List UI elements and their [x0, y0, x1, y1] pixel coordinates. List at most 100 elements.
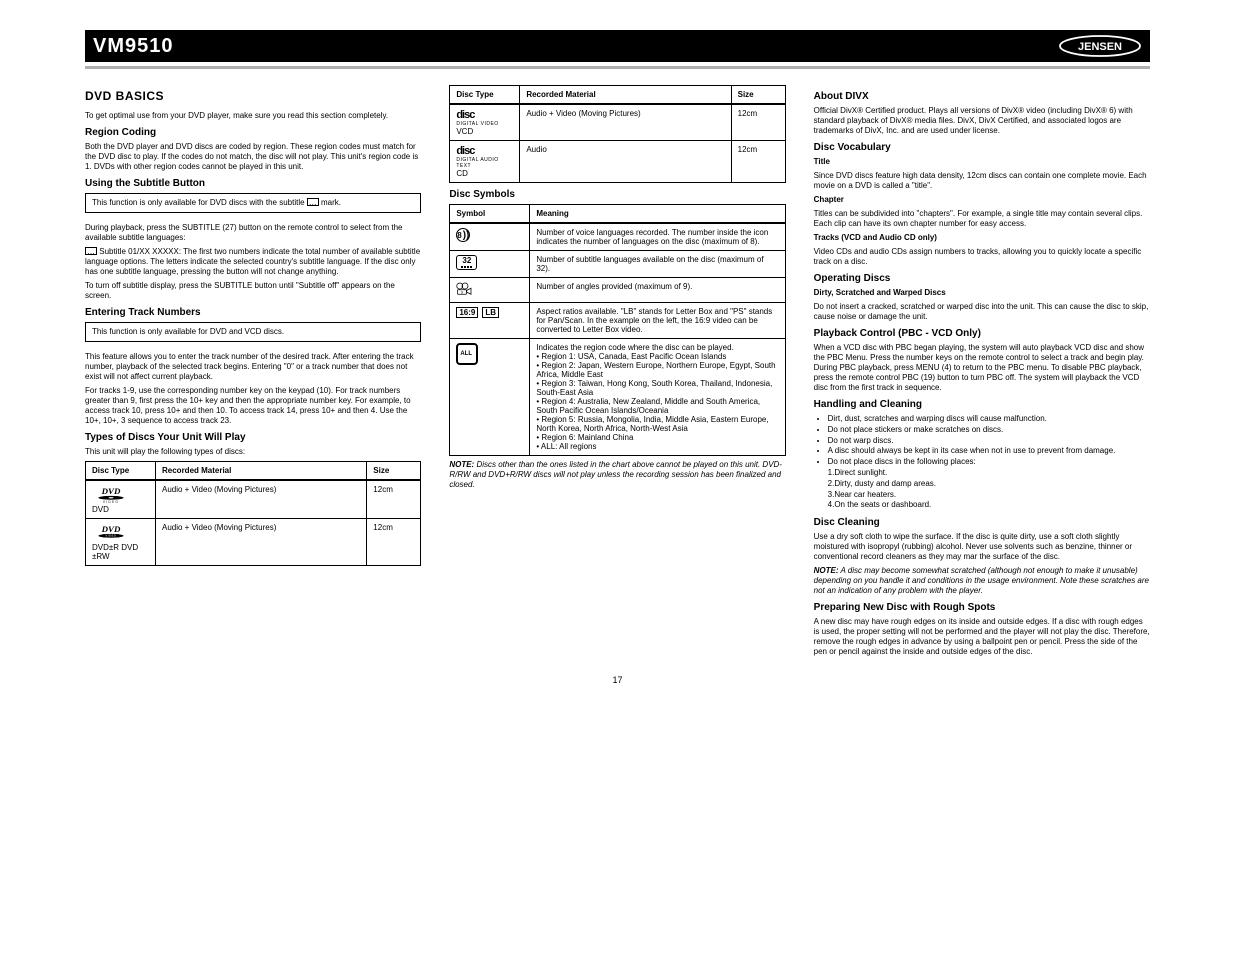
subtitle-p2: Subtitle 01/XX XXXXX: The first two numb… [85, 247, 421, 277]
col-recorded-material: Recorded Material [156, 462, 367, 481]
svg-text:JENSEN: JENSEN [1078, 41, 1122, 53]
subtitle-notice: This function is only available for DVD … [85, 193, 421, 213]
svg-text:DVD: DVD [101, 524, 121, 534]
cell-material: Audio + Video (Moving Pictures) [520, 104, 731, 141]
disc-types-table-cont: Disc Type Recorded Material Size disc DI… [449, 85, 785, 183]
disc-symbols-table: Symbol Meaning 8 Number of voice languag… [449, 204, 785, 456]
sub-title: Title [814, 157, 830, 166]
subtitle-icon [85, 247, 97, 255]
col-symbol: Symbol [450, 205, 530, 224]
svg-text:9: 9 [461, 291, 463, 295]
list-item: A disc should always be kept in its case… [828, 446, 1150, 457]
chapter-text: Titles can be subdivided into "chapters"… [814, 209, 1150, 229]
track-p2: For tracks 1-9, use the corresponding nu… [85, 386, 421, 426]
heading-handling-cleaning: Handling and Cleaning [814, 399, 1150, 410]
list-item: Do not warp discs. [828, 436, 1150, 447]
intro-text: To get optimal use from your DVD player,… [85, 111, 421, 121]
heading-disc-vocabulary: Disc Vocabulary [814, 142, 1150, 153]
disc-types-table: Disc Type Recorded Material Size DVD VID… [85, 461, 421, 566]
note-block: NOTE: Discs other than the ones listed i… [449, 460, 785, 490]
track-notice: This function is only available for DVD … [85, 322, 421, 342]
heading-disc-symbols: Disc Symbols [449, 189, 785, 200]
col-disc-type: Disc Type [86, 462, 156, 481]
heading-operating-discs: Operating Discs [814, 273, 1150, 284]
sub-dirty: Dirty, Scratched and Warped Discs [814, 288, 946, 297]
cell-label: CD [456, 169, 468, 178]
subtitle-p3: To turn off subtitle display, press the … [85, 281, 421, 301]
region-coding-text: Both the DVD player and DVD discs are co… [85, 142, 421, 172]
aspect-ratio-icon: 16:9 LB [456, 307, 499, 318]
svg-text:DVD: DVD [101, 486, 121, 496]
dvd-rw-logo-icon: DVD VIDEO [92, 523, 130, 541]
note-label: NOTE: [814, 566, 839, 575]
cell-label: DVD±R DVD ±RW [92, 543, 138, 561]
subtitle-notice-suffix: mark. [321, 198, 341, 207]
table-row: 9 Number of angles provided (maximum of … [450, 278, 785, 303]
heading-region-coding: Region Coding [85, 127, 421, 138]
model-number: VM9510 [93, 35, 174, 58]
subtitle-count-icon: 32 [456, 255, 477, 270]
col-size: Size [731, 86, 785, 105]
preparing-text: A new disc may have rough edges on its i… [814, 617, 1150, 657]
cell-size: 12cm [731, 104, 785, 141]
col-meaning: Meaning [530, 205, 785, 224]
cell-label: DVD [92, 505, 109, 514]
cell-material: Audio + Video (Moving Pictures) [156, 519, 367, 566]
divx-text: Official DivX® Certified product. Plays … [814, 106, 1150, 136]
cell-meaning: Number of voice languages recorded. The … [530, 223, 785, 251]
tracks-text: Video CDs and audio CDs assign numbers t… [814, 247, 1150, 267]
sub-tracks: Tracks (VCD and Audio CD only) [814, 233, 937, 242]
svg-text:VIDEO: VIDEO [106, 535, 117, 538]
cd-logo-icon: disc [456, 145, 513, 157]
vcd-logo-icon: disc [456, 109, 513, 121]
subtitle-p1: During playback, press the SUBTITLE (27)… [85, 223, 421, 243]
heading-preparing-new-disc: Preparing New Disc with Rough Spots [814, 602, 1150, 613]
cell-material: Audio [520, 141, 731, 183]
heading-subtitle-button: Using the Subtitle Button [85, 178, 421, 189]
table-row: Disc Type Recorded Material Size [450, 86, 785, 105]
heading-about-divx: About DIVX [814, 91, 1150, 102]
svg-text:VIDEO: VIDEO [103, 500, 119, 503]
table-row: disc DIGITAL AUDIO TEXT CD Audio 12cm [450, 141, 785, 183]
note-block2: NOTE: A disc may become somewhat scratch… [814, 566, 1150, 596]
cell-meaning: Aspect ratios available. "LB" stands for… [530, 303, 785, 339]
track-p1: This feature allows you to enter the tra… [85, 352, 421, 382]
handling-list: Dirt, dust, scratches and warping discs … [814, 414, 1150, 511]
title-text: Since DVD discs feature high data densit… [814, 171, 1150, 191]
angle-icon: 9 [456, 282, 474, 296]
dvd-logo-icon: DVD VIDEO [92, 485, 130, 503]
pbc-text: When a VCD disc with PBC began playing, … [814, 343, 1150, 393]
table-row: 32 Number of subtitle languages availabl… [450, 251, 785, 278]
cell-size: 12cm [731, 141, 785, 183]
dirty-text: Do not insert a cracked, scratched or wa… [814, 302, 1150, 322]
table-row: DVD VIDEO DVD Audio + Video (Moving Pict… [86, 480, 421, 519]
list-item: Do not place discs in the following plac… [828, 457, 1150, 511]
heading-track-numbers: Entering Track Numbers [85, 307, 421, 318]
heading-dvd-basics: DVD BASICS [85, 89, 421, 103]
region-all-icon [456, 343, 478, 365]
cell-label: VCD [456, 127, 473, 136]
jensen-logo-icon: JENSEN [1058, 35, 1142, 57]
list-item: Do not place stickers or make scratches … [828, 425, 1150, 436]
table-row: Indicates the region code where the disc… [450, 339, 785, 456]
heading-disc-types: Types of Discs Your Unit Will Play [85, 432, 421, 443]
heading-disc-cleaning: Disc Cleaning [814, 517, 1150, 528]
cell-meaning: Indicates the region code where the disc… [530, 339, 785, 456]
page-number: 17 [85, 675, 1150, 685]
table-row: DVD VIDEO DVD±R DVD ±RW Audio + Video (M… [86, 519, 421, 566]
cell-meaning: Number of angles provided (maximum of 9)… [530, 278, 785, 303]
cleaning-text: Use a dry soft cloth to wipe the surface… [814, 532, 1150, 562]
cell-size: 12cm [367, 519, 421, 566]
disc-types-intro: This unit will play the following types … [85, 447, 421, 457]
cell-meaning: Number of subtitle languages available o… [530, 251, 785, 278]
table-row: 8 Number of voice languages recorded. Th… [450, 223, 785, 251]
col-disc-type: Disc Type [450, 86, 520, 105]
sub-chapter: Chapter [814, 195, 844, 204]
subtitle-icon [307, 198, 319, 206]
subtitle-notice-text: This function is only available for DVD … [92, 198, 307, 207]
list-item: Dirt, dust, scratches and warping discs … [828, 414, 1150, 425]
note-label: NOTE: [449, 460, 474, 469]
col-recorded-material: Recorded Material [520, 86, 731, 105]
table-row: Symbol Meaning [450, 205, 785, 224]
cell-material: Audio + Video (Moving Pictures) [156, 480, 367, 519]
